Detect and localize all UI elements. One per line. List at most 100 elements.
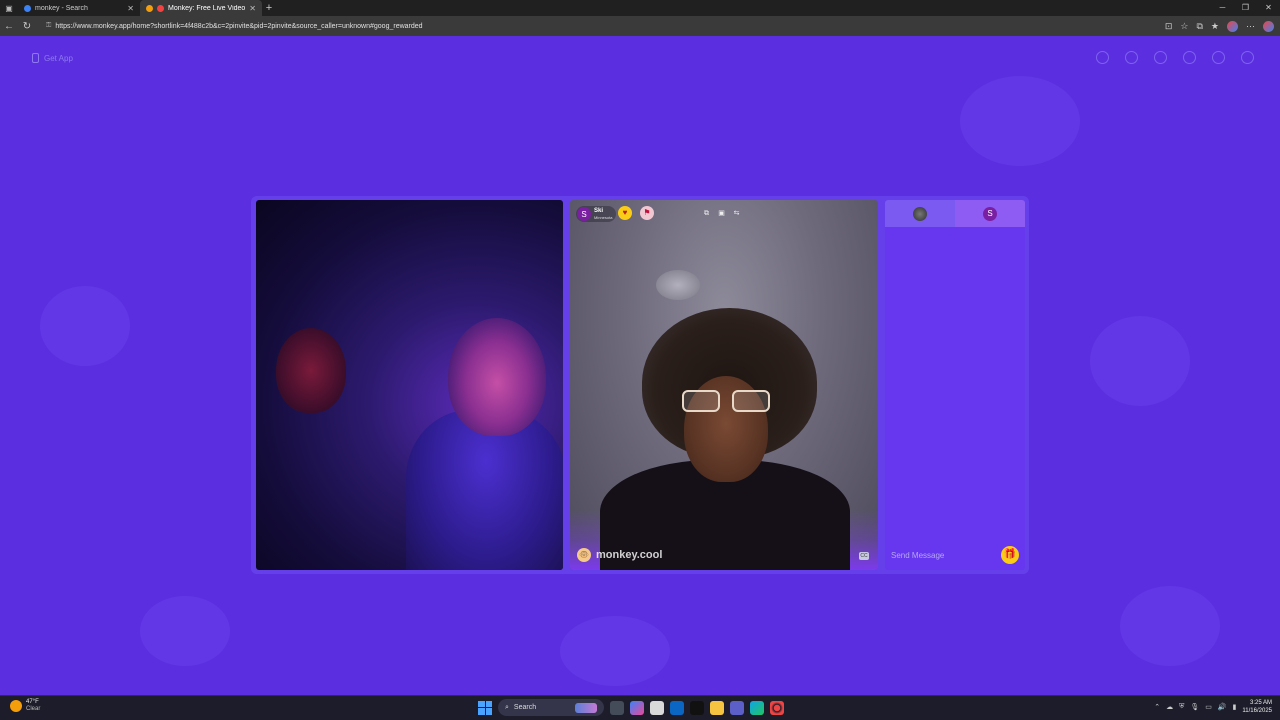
camera-icon[interactable]: ▣	[717, 210, 726, 218]
report-icon[interactable]: ⚑	[640, 206, 654, 220]
taskbar-apps: ⌕ Search	[478, 699, 784, 716]
refresh-icon[interactable]: ↻	[18, 21, 36, 32]
taskbar-search[interactable]: ⌕ Search	[498, 699, 604, 716]
extensions-icon[interactable]: ⧉	[1196, 21, 1202, 32]
recording-indicator-icon	[157, 4, 164, 12]
site-info-icon[interactable]: ⚿	[46, 22, 51, 30]
person-face	[448, 318, 546, 436]
battery-icon[interactable]: ▮	[1233, 703, 1237, 711]
glasses	[682, 390, 770, 412]
back-icon[interactable]: ←	[0, 21, 18, 32]
get-app-button[interactable]: Get App	[32, 53, 73, 63]
copilot-app-icon[interactable]	[630, 700, 644, 715]
chat-icon[interactable]	[1212, 51, 1225, 64]
recorder-icon[interactable]	[770, 700, 784, 715]
restore-icon[interactable]: ❐	[1234, 0, 1257, 16]
outlook-icon[interactable]	[670, 700, 684, 715]
address-bar-row: ← ↻ ⚿ https://www.monkey.app/home?shortl…	[0, 16, 1280, 36]
weather-widget[interactable]: 47°F Clear	[10, 699, 40, 713]
task-view-icon[interactable]	[610, 700, 624, 715]
tab-title: monkey - Search	[35, 4, 88, 12]
start-icon[interactable]	[478, 700, 492, 715]
windows-taskbar: 47°F Clear ⌕ Search ⌃ ☁ ⛨ 🎙 ▭ 🔊 ▮ 3:25 A…	[0, 695, 1280, 720]
get-app-label: Get App	[44, 53, 73, 63]
like-badge-icon[interactable]: ♥	[618, 206, 632, 220]
background-pattern	[140, 596, 230, 666]
remote-video: S Ski Minnesota ♥ ⚑ ⧉ ▣ ⇆ 🐵 monkey.cool …	[570, 200, 878, 570]
favorites-icon[interactable]: ★	[1211, 21, 1219, 32]
avatar: S	[983, 206, 997, 221]
capcut-icon[interactable]	[690, 700, 704, 715]
user-name: Ski	[594, 208, 604, 214]
profile-avatar[interactable]	[1227, 20, 1238, 32]
profile-icon[interactable]	[1241, 51, 1254, 64]
weather-icon	[10, 700, 22, 712]
chat-panel: S 🎁	[885, 200, 1025, 570]
close-tab-icon[interactable]: ✕	[127, 4, 134, 13]
self-video	[256, 200, 563, 570]
minimize-icon[interactable]: ─	[1211, 0, 1234, 16]
video-controls: ⧉ ▣ ⇆	[702, 210, 741, 218]
store-icon[interactable]	[650, 700, 664, 715]
close-tab-icon[interactable]: ✕	[249, 4, 256, 13]
translate-icon[interactable]: ⇆	[732, 210, 741, 218]
send-message-input[interactable]	[891, 550, 1001, 560]
ceiling-light	[656, 270, 700, 300]
history-icon[interactable]	[1183, 51, 1196, 64]
tab-self-chat[interactable]	[885, 200, 955, 227]
remote-user-badge[interactable]: S Ski Minnesota	[576, 206, 617, 222]
background-pattern	[560, 616, 670, 686]
new-tab-button[interactable]: +	[262, 2, 276, 14]
pip-icon[interactable]: ⧉	[702, 210, 711, 218]
weather-temp: 47°F	[26, 699, 39, 705]
chat-tabs: S	[885, 200, 1025, 227]
url-text: https://www.monkey.app/home?shortlink=4f…	[55, 22, 423, 30]
monkey-app-page: Get App S Ski Minnesota ♥ ⚑ ⧉ ▣ ⇆ 🐵 monk…	[0, 36, 1280, 695]
window-controls: ─ ❐ ✕	[1211, 0, 1280, 16]
app-available-icon[interactable]: ⊡	[1165, 21, 1173, 32]
browser-tabstrip: ▣ monkey - Search ✕ Monkey: Free Live Vi…	[0, 0, 1280, 16]
clock-date: 11/16/2025	[1242, 708, 1272, 714]
chevron-up-icon[interactable]: ⌃	[1154, 703, 1160, 711]
volume-icon[interactable]: 🔊	[1218, 703, 1227, 711]
tab-actions-icon[interactable]: ▣	[0, 0, 18, 16]
microphone-icon[interactable]: 🎙	[1190, 703, 1199, 711]
browser-toolbar: ⊡ ☆ ⧉ ★ ⋯	[1165, 16, 1274, 36]
phone-icon	[32, 53, 39, 63]
clock-time: 3:25 AM	[1249, 700, 1272, 706]
person-silhouette	[276, 328, 346, 413]
edge-icon[interactable]	[750, 700, 764, 715]
teams-icon[interactable]	[730, 700, 744, 715]
tab-title: Monkey: Free Live Video Ch	[168, 4, 246, 12]
display-icon[interactable]: ▭	[1205, 703, 1212, 711]
bing-favicon-icon	[24, 4, 31, 12]
copilot-icon[interactable]	[1263, 20, 1274, 32]
more-icon[interactable]: ⋯	[1246, 21, 1255, 32]
video-chat-stage: S Ski Minnesota ♥ ⚑ ⧉ ▣ ⇆ 🐵 monkey.cool …	[251, 196, 1029, 574]
tab-remote-chat[interactable]: S	[955, 200, 1025, 227]
background-pattern	[960, 76, 1080, 166]
chat-input-row: 🎁	[885, 540, 1025, 570]
clock[interactable]: 3:25 AM 11/16/2025	[1242, 699, 1272, 715]
search-highlight-image	[575, 702, 597, 713]
bananas-icon[interactable]	[1154, 51, 1167, 64]
shop-icon[interactable]	[1096, 51, 1109, 64]
background-pattern	[1090, 316, 1190, 406]
system-tray: ⌃ ☁ ⛨ 🎙 ▭ 🔊 ▮ 3:25 AM 11/16/2025	[1154, 699, 1272, 715]
taskbar-search-label: Search	[513, 704, 537, 711]
onedrive-icon[interactable]: ☁	[1166, 703, 1173, 711]
search-icon[interactable]	[1125, 51, 1138, 64]
close-window-icon[interactable]: ✕	[1257, 0, 1280, 16]
url-field[interactable]: ⚿ https://www.monkey.app/home?shortlink=…	[40, 19, 1162, 33]
watermark-text: monkey.cool	[596, 549, 663, 561]
file-explorer-icon[interactable]	[710, 700, 724, 715]
weather-condition: Clear	[26, 706, 41, 712]
top-nav-icons	[1096, 51, 1254, 64]
defender-icon[interactable]: ⛨	[1179, 703, 1184, 711]
captions-icon[interactable]: CC	[859, 552, 869, 560]
tab-monkey-app[interactable]: Monkey: Free Live Video Ch ✕	[140, 0, 262, 16]
gift-icon[interactable]: 🎁	[1001, 546, 1019, 564]
tab-monkey-search[interactable]: monkey - Search ✕	[18, 0, 140, 16]
search-icon: ⌕	[505, 703, 509, 711]
favorite-star-icon[interactable]: ☆	[1180, 21, 1188, 32]
